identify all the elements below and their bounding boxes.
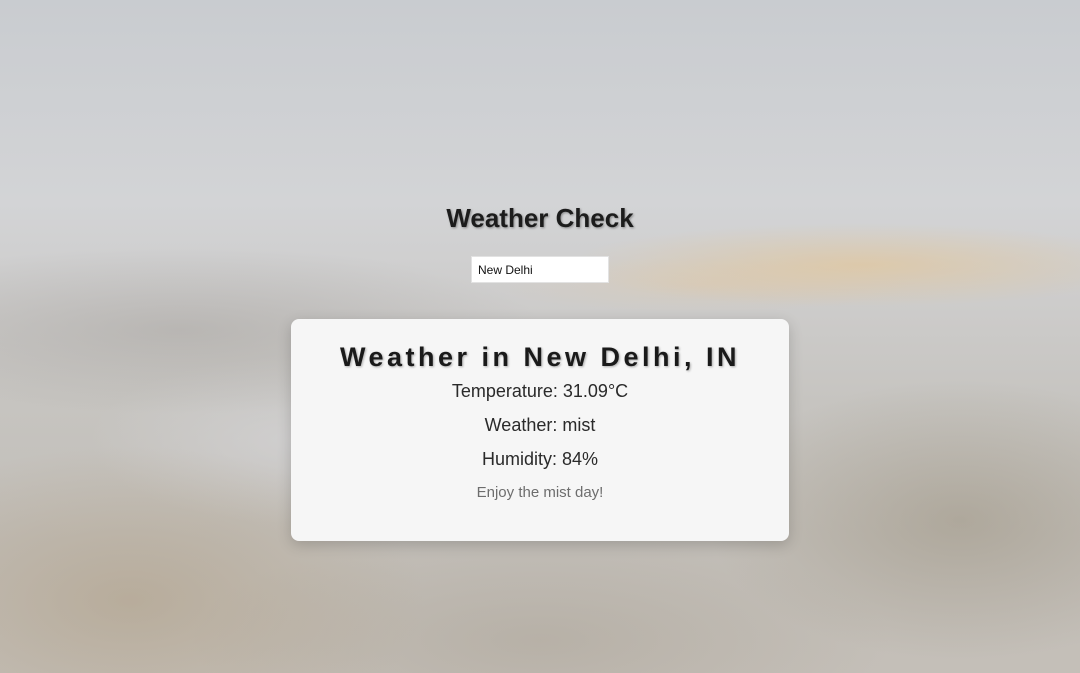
humidity-readout: Humidity: 84% bbox=[481, 449, 599, 469]
page-title: Weather Check bbox=[446, 203, 634, 233]
weather-message: Enjoy the mist day! bbox=[476, 484, 604, 501]
temperature-readout: Temperature: 31.09°C bbox=[451, 381, 629, 401]
weather-result-card: Weather in New Delhi, IN Temperature: 31… bbox=[291, 319, 789, 541]
city-search-input[interactable] bbox=[471, 256, 609, 283]
weather-condition-readout: Weather: mist bbox=[484, 415, 596, 435]
weather-location-heading: Weather in New Delhi, IN bbox=[339, 342, 741, 372]
